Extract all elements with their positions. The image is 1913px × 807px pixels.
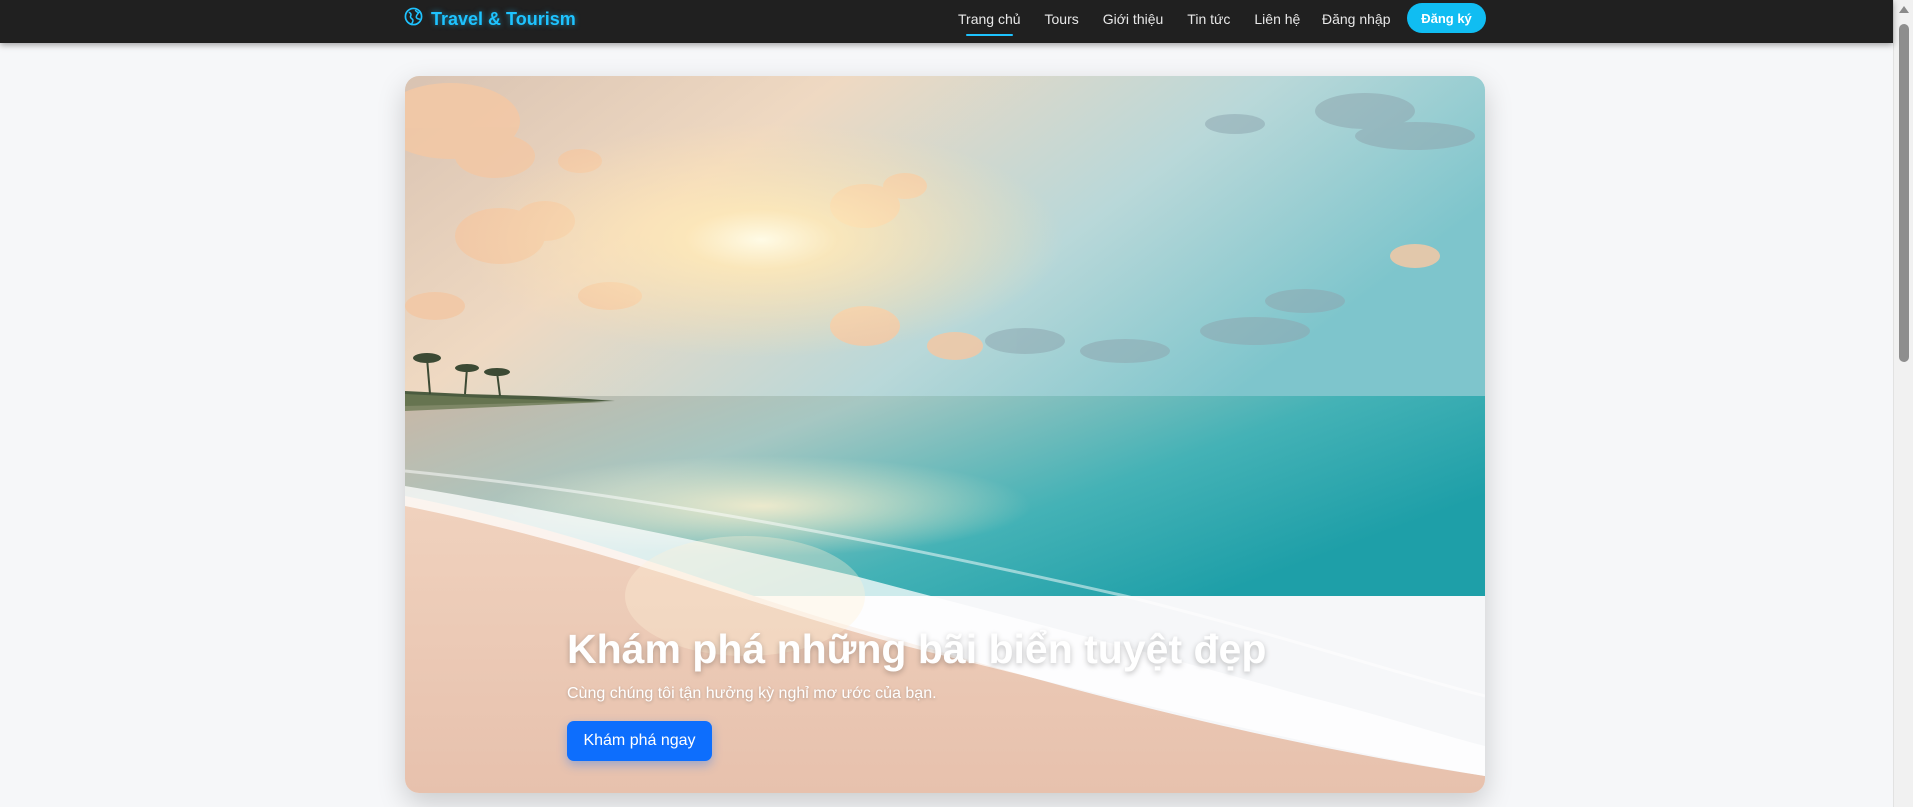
- brand-logo[interactable]: Travel & Tourism: [404, 0, 576, 38]
- nav-link-news[interactable]: Tin tức: [1187, 11, 1230, 27]
- globe-icon: [404, 7, 423, 31]
- scroll-up-arrow-icon[interactable]: [1899, 6, 1909, 13]
- nav-link-tours[interactable]: Tours: [1045, 11, 1079, 27]
- hero-banner: Khám phá những bãi biển tuyệt đẹp Cùng c…: [405, 76, 1485, 793]
- nav-link-home[interactable]: Trang chủ: [958, 11, 1021, 36]
- brand-name: Travel & Tourism: [431, 8, 576, 29]
- page-scrollbar[interactable]: [1893, 0, 1913, 807]
- login-link[interactable]: Đăng nhập: [1322, 0, 1391, 38]
- main-nav: Trang chủ Tours Giới thiệu Tin tức Liên …: [958, 0, 1324, 38]
- hero-subtitle: Cùng chúng tôi tận hưởng kỳ nghỉ mơ ước …: [567, 685, 937, 702]
- scrollbar-thumb[interactable]: [1899, 24, 1909, 362]
- hero-title: Khám phá những bãi biển tuyệt đẹp: [567, 626, 1267, 672]
- explore-now-button[interactable]: Khám phá ngay: [567, 721, 712, 761]
- nav-link-about[interactable]: Giới thiệu: [1103, 11, 1164, 27]
- top-navbar: Travel & Tourism Trang chủ Tours Giới th…: [0, 0, 1893, 43]
- nav-link-contact[interactable]: Liên hệ: [1254, 11, 1300, 27]
- signup-button[interactable]: Đăng ký: [1407, 3, 1486, 33]
